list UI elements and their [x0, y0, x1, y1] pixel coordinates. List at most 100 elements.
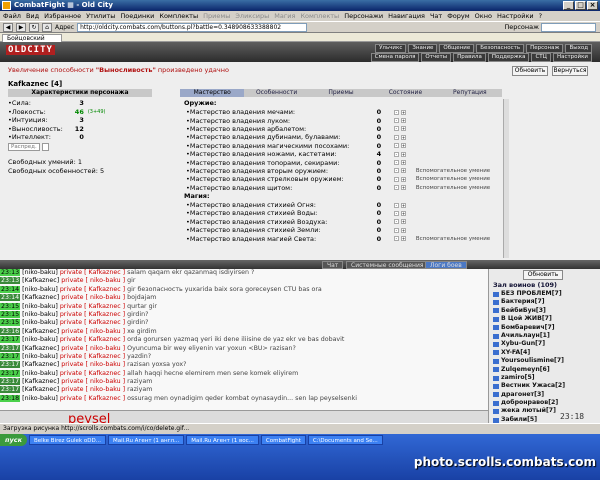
plus-icon[interactable]: + [400, 134, 406, 140]
menu-sets[interactable]: Комплекты [159, 11, 198, 21]
nav-settings[interactable]: Настройки [552, 53, 592, 62]
chat-sender[interactable]: [niko-baku] [22, 370, 58, 377]
menu-utilities[interactable]: Утилиты [86, 11, 115, 21]
menu-forum[interactable]: Форум [447, 11, 469, 21]
chat-time[interactable]: 23:14 [0, 294, 21, 302]
chat-sender[interactable]: [niko-baku] [22, 311, 58, 318]
tab-system-messages[interactable]: Системные сообщения [346, 261, 429, 269]
chat-sender[interactable]: [Kafkaznec] [22, 361, 59, 368]
taskbar-item[interactable]: C:\Documents and Se... [307, 435, 383, 445]
menu-favorites[interactable]: Избранное [44, 11, 81, 21]
chat-recipient[interactable]: [ niko-baku ] [86, 361, 126, 368]
chat-time[interactable]: 23:17 [0, 386, 21, 394]
nav-ulchiks[interactable]: Ульчикс [375, 44, 407, 53]
chat-sender[interactable]: [Kafkaznec] [22, 294, 59, 301]
minus-icon[interactable]: - [393, 126, 399, 132]
menu-duels[interactable]: Поединки [120, 11, 154, 21]
plus-icon[interactable]: + [400, 210, 406, 216]
chat-recipient[interactable]: [ Kafkaznec ] [84, 286, 125, 293]
chat-sender[interactable]: [Kafkaznec] [22, 386, 59, 393]
minus-icon[interactable]: - [393, 143, 399, 149]
maximize-icon[interactable]: □ [575, 1, 586, 10]
reload-icon[interactable]: ↻ [29, 22, 39, 32]
chat-recipient[interactable]: [ niko-baku ] [86, 328, 126, 335]
chat-sender[interactable]: [niko-baku] [22, 353, 58, 360]
url-input[interactable]: http://oldcity.combats.com/buttons.pl?ba… [77, 22, 308, 32]
minus-icon[interactable]: - [393, 134, 399, 140]
user-list-item[interactable]: драгонет[3] [489, 391, 600, 399]
chat-sender[interactable]: [Kafkaznec] [22, 345, 59, 352]
tab-fight-club[interactable]: Бойцовский клуб [2, 34, 62, 49]
menu-settings[interactable]: Настройки [497, 11, 534, 21]
tab-reputation[interactable]: Репутация [438, 89, 502, 97]
chat-recipient[interactable]: [ niko-baku ] [86, 345, 126, 352]
chat-sender[interactable]: [niko-baku] [22, 336, 58, 343]
user-list-item[interactable]: Zulqemeyn[6] [489, 366, 600, 374]
chat-recipient[interactable]: [ niko-baku ] [86, 277, 126, 284]
plus-icon[interactable]: + [400, 168, 406, 174]
taskbar-item[interactable]: Mail.Ru Агент (1 вос... [186, 435, 259, 445]
forward-icon[interactable]: ▶ [16, 22, 26, 32]
nav-character[interactable]: Персонаж [526, 44, 564, 53]
nav-rules[interactable]: Правила [453, 53, 486, 62]
minus-icon[interactable]: - [393, 160, 399, 166]
nav-communication[interactable]: Общение [439, 44, 475, 53]
back-icon[interactable]: ◀ [3, 22, 13, 32]
minus-icon[interactable]: - [393, 151, 399, 157]
chat-recipient[interactable]: [ Kafkaznec ] [84, 311, 125, 318]
chat-sender[interactable]: [Kafkaznec] [22, 277, 59, 284]
chat-time[interactable]: 23:17 [0, 344, 21, 352]
chat-recipient[interactable]: [ niko-baku ] [86, 386, 126, 393]
minus-icon[interactable]: - [393, 185, 399, 191]
chat-recipient[interactable]: [ Kafkaznec ] [84, 303, 125, 310]
start-button[interactable]: пуск [0, 434, 27, 446]
tab-features[interactable]: Особенности [244, 89, 308, 97]
minus-icon[interactable]: - [393, 176, 399, 182]
person-input[interactable] [541, 22, 596, 32]
minus-icon[interactable]: - [393, 109, 399, 115]
plus-icon[interactable]: + [400, 176, 406, 182]
taskbar-item[interactable]: Belke Birez Gulek oDD... [29, 435, 106, 445]
refresh-button[interactable]: Обновить [512, 66, 548, 76]
userlist-refresh-button[interactable]: Обновить [523, 270, 563, 280]
chat-time[interactable]: 23:17 [0, 369, 21, 377]
chat-recipient[interactable]: [ Kafkaznec ] [84, 319, 125, 326]
plus-icon[interactable]: + [400, 160, 406, 166]
menu-window[interactable]: Окно [475, 11, 492, 21]
chat-time[interactable]: 23:15 [0, 319, 21, 327]
return-button[interactable]: Вернуться [552, 66, 588, 76]
plus-icon[interactable]: + [400, 151, 406, 157]
minus-icon[interactable]: - [393, 202, 399, 208]
user-list-item[interactable]: В Цой ЖИВ[7] [489, 315, 600, 323]
user-list-item[interactable]: Ачильлаун[1] [489, 332, 600, 340]
chat-time[interactable]: 23:17 [0, 361, 21, 369]
chat-recipient[interactable]: [ niko-baku ] [86, 294, 126, 301]
chat-time[interactable]: 23:13 [0, 277, 21, 285]
nav-knowledge[interactable]: Знание [408, 44, 438, 53]
chat-sender[interactable]: [Kafkaznec] [22, 328, 59, 335]
user-list-item[interactable]: Бомбаревич[7] [489, 324, 600, 332]
chat-time[interactable]: 23:15 [0, 310, 21, 318]
user-list-item[interactable]: Xybu-Gun[7] [489, 340, 600, 348]
menu-view[interactable]: Вид [26, 11, 39, 21]
chat-recipient[interactable]: [ niko-baku ] [86, 378, 126, 385]
user-list-item[interactable]: zamiro[5] [489, 374, 600, 382]
chat-time[interactable]: 23:17 [0, 336, 21, 344]
chat-sender[interactable]: [niko-baku] [22, 286, 58, 293]
nav-security[interactable]: Безопасность [476, 44, 525, 53]
plus-icon[interactable]: + [400, 185, 406, 191]
nav-change-password[interactable]: Смена пароля [370, 53, 420, 62]
chat-time[interactable]: 23:13 [0, 269, 21, 276]
taskbar-item[interactable]: Mail.Ru Агент (1 англ... [107, 435, 185, 445]
plus-icon[interactable]: + [400, 236, 406, 242]
chat-sender[interactable]: [niko-baku] [22, 395, 58, 402]
chat-sender[interactable]: [Kafkaznec] [22, 378, 59, 385]
minus-icon[interactable]: - [393, 118, 399, 124]
distribute-checkbox[interactable] [41, 142, 50, 151]
tab-techniques[interactable]: Приемы [309, 89, 373, 97]
minus-icon[interactable]: - [393, 236, 399, 242]
chat-time[interactable]: 23:17 [0, 352, 21, 360]
chat-sender[interactable]: [niko-baku] [22, 303, 58, 310]
minus-icon[interactable]: - [393, 227, 399, 233]
user-list-item[interactable]: Вестник Ужаса[2] [489, 382, 600, 390]
